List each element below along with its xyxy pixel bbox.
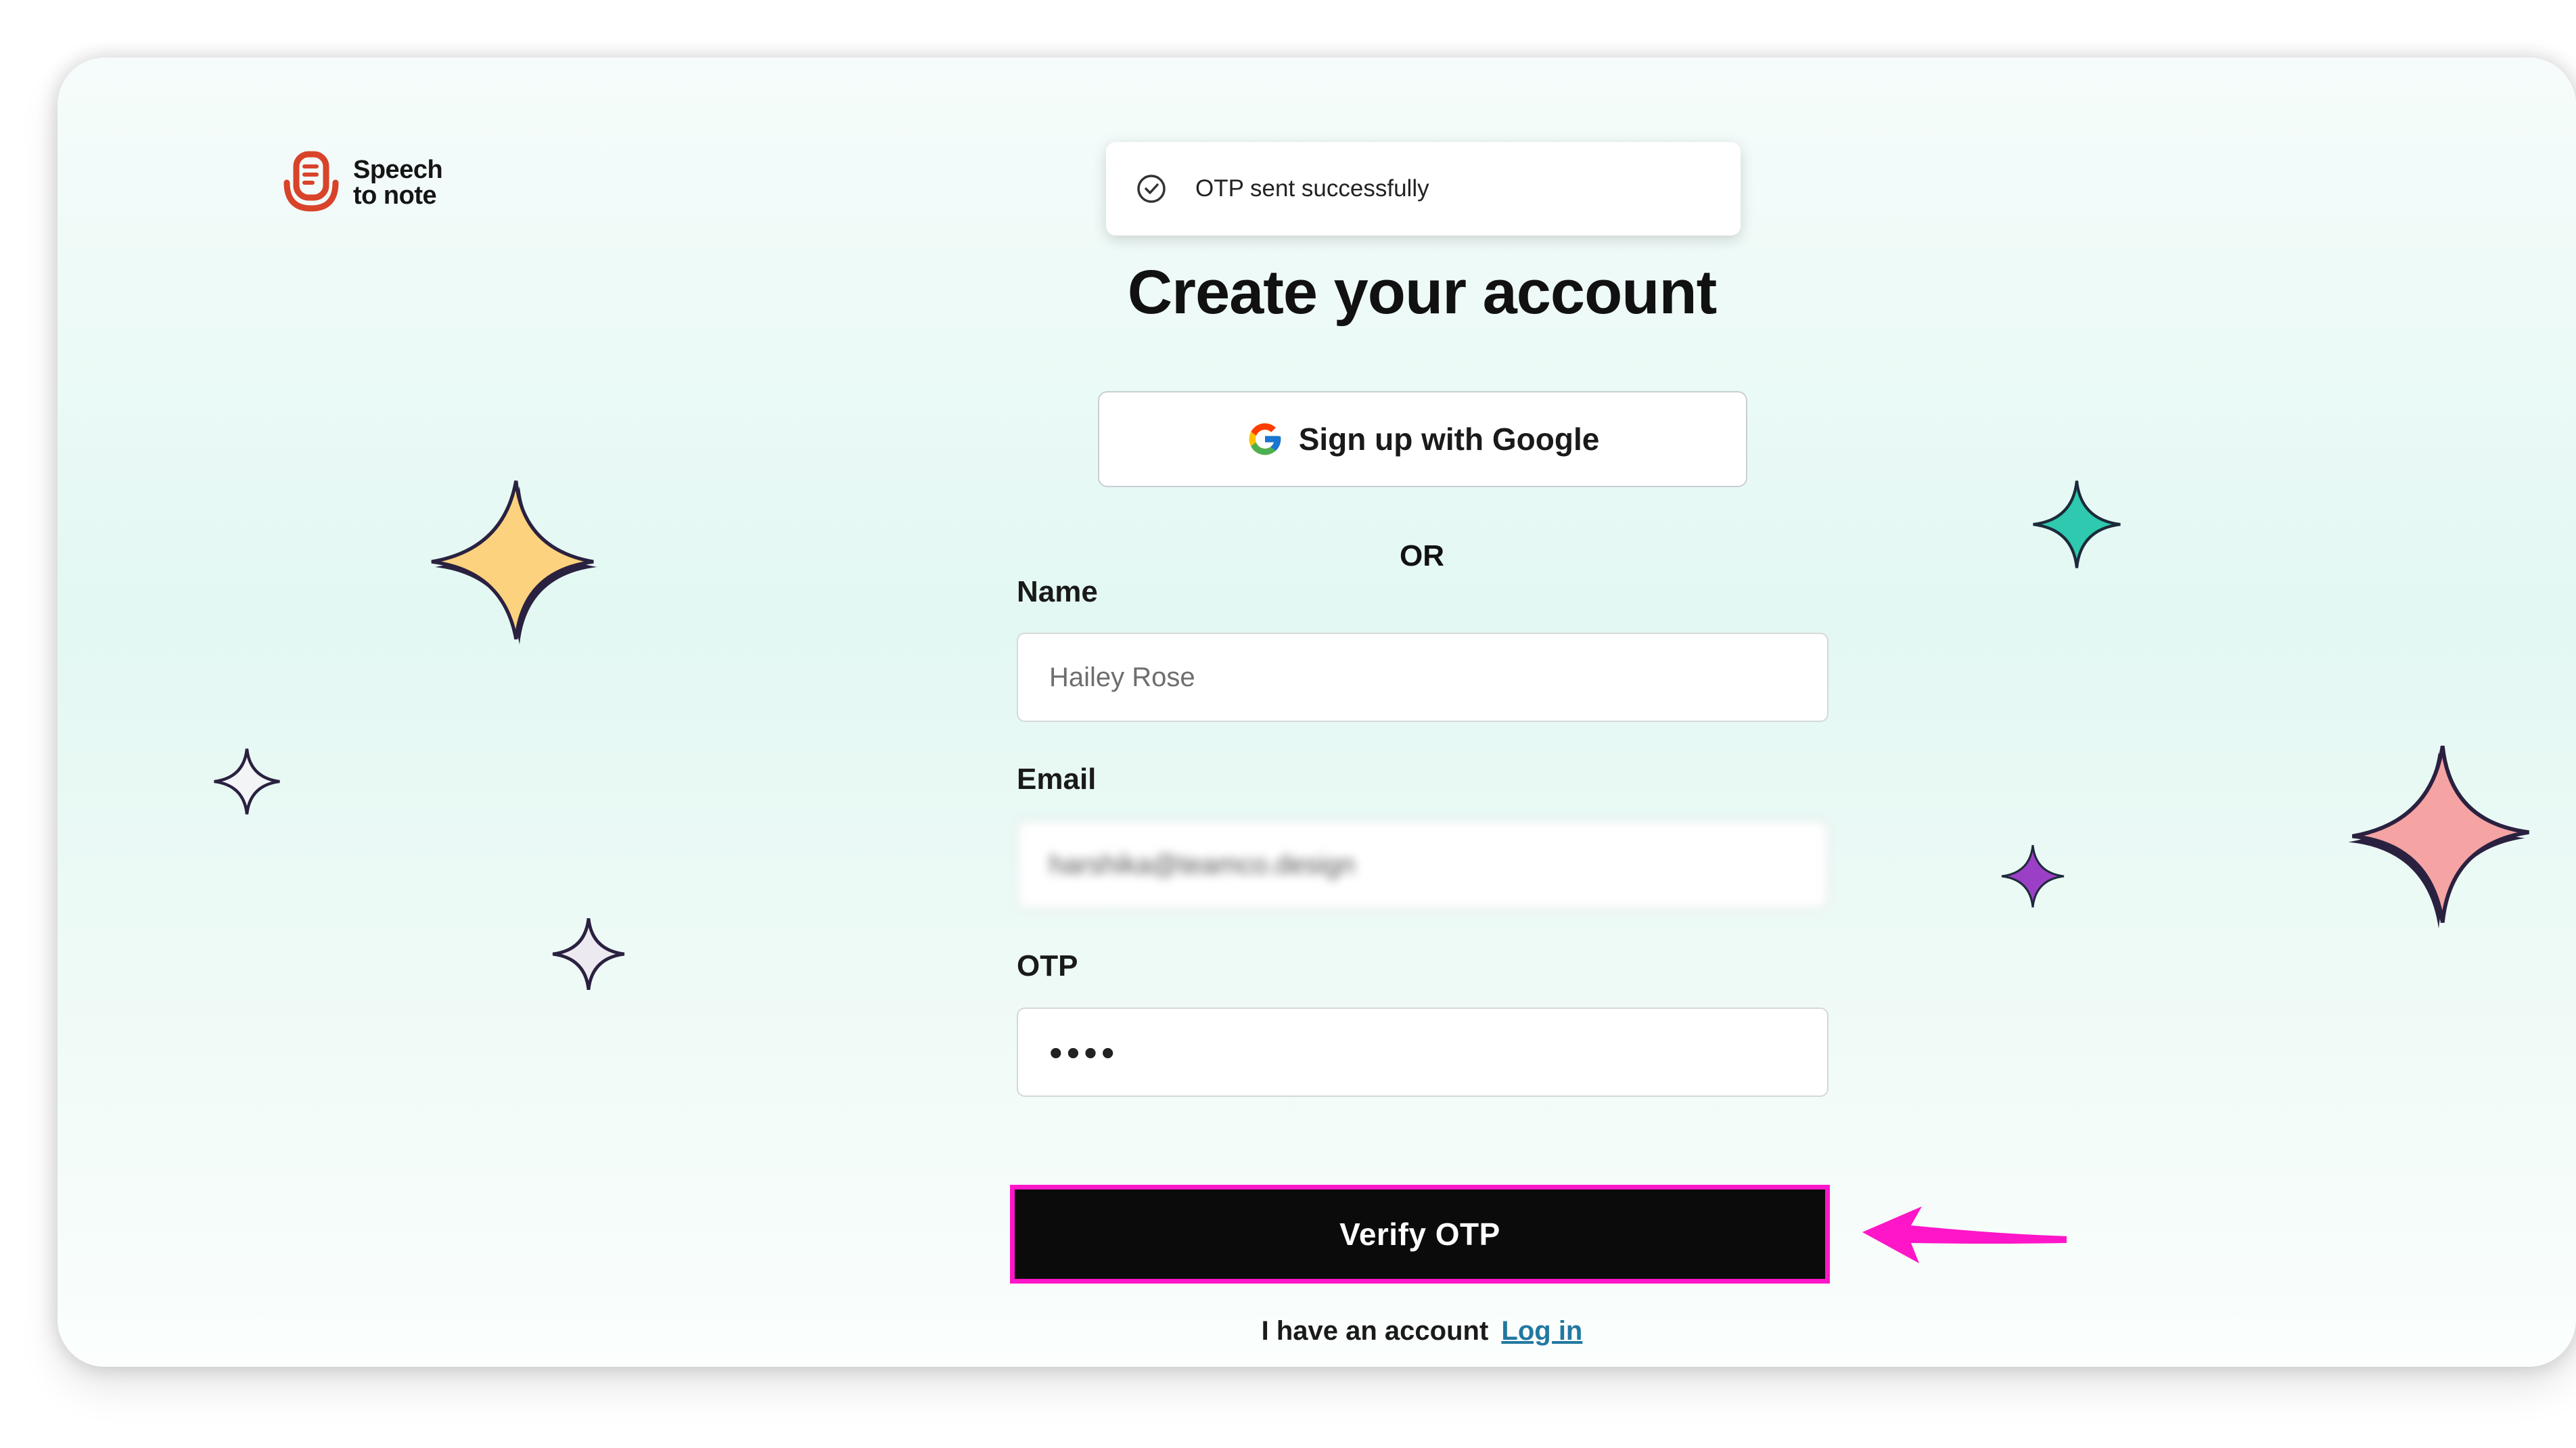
login-prompt-text: I have an account (1261, 1316, 1489, 1346)
annotation-arrow-icon (1862, 1206, 2067, 1263)
brand-name: Speech to note (353, 156, 443, 210)
sparkle-pink-icon (2348, 745, 2529, 929)
verify-otp-highlight: Verify OTP (1010, 1185, 1830, 1284)
sparkle-outline-icon (552, 918, 625, 991)
signup-card: Speech to note OTP sent successfully Cre… (58, 58, 2576, 1367)
sparkle-purple-icon (2001, 844, 2065, 908)
brand-logo[interactable]: Speech to note (277, 149, 443, 217)
name-label: Name (1017, 575, 1098, 608)
brand-name-line1: Speech (353, 156, 443, 184)
google-signup-button[interactable]: Sign up with Google (1098, 391, 1747, 487)
speech-to-note-logo-icon (283, 151, 339, 212)
otp-sent-toast: OTP sent successfully (1106, 142, 1741, 235)
sparkle-outline-icon (214, 748, 280, 815)
email-label: Email (1017, 763, 1097, 796)
verify-otp-button[interactable]: Verify OTP (1015, 1190, 1825, 1279)
sparkle-teal-icon (2033, 480, 2121, 568)
brand-name-line2: to note (353, 181, 437, 210)
login-prompt: I have an account Log in (58, 1316, 2576, 1347)
check-circle-icon (1137, 175, 1166, 203)
toast-message: OTP sent successfully (1195, 175, 1429, 202)
otp-label: OTP (1017, 949, 1078, 982)
page-title: Create your account (1127, 258, 1718, 327)
otp-input[interactable] (1017, 1008, 1828, 1097)
name-input[interactable] (1017, 633, 1828, 722)
google-icon (1249, 423, 1281, 455)
login-link[interactable]: Log in (1501, 1316, 1582, 1346)
sparkle-yellow-icon (431, 480, 597, 645)
google-signup-label: Sign up with Google (1298, 422, 1600, 457)
email-input[interactable] (1017, 820, 1828, 909)
